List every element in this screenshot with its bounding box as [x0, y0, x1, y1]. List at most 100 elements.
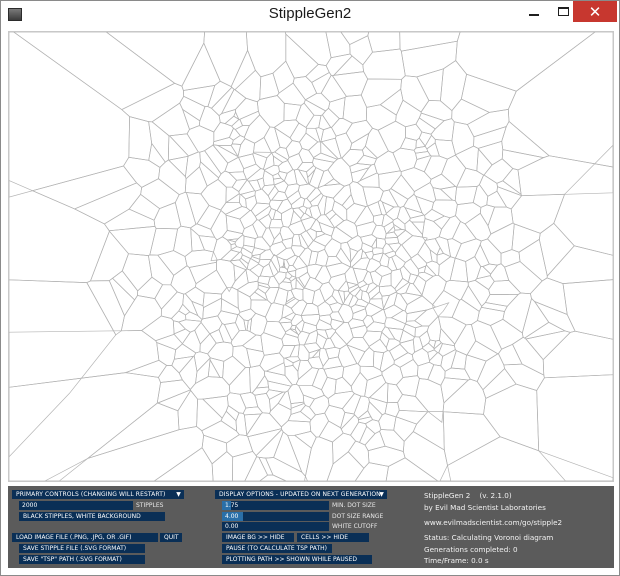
- voronoi-cell: [234, 69, 262, 103]
- voronoi-cell: [374, 264, 393, 277]
- stipple-canvas[interactable]: [8, 31, 614, 482]
- image-bg-toggle[interactable]: IMAGE BG >> HIDE: [222, 533, 294, 542]
- voronoi-cell: [252, 152, 268, 170]
- voronoi-cell: [196, 398, 223, 432]
- voronoi-cell: [340, 414, 360, 436]
- min-dot-size-slider[interactable]: 1.75: [222, 501, 329, 510]
- voronoi-cell: [496, 180, 523, 197]
- voronoi-cell: [421, 342, 435, 353]
- display-options-dropdown[interactable]: DISPLAY OPTIONS - UPDATED ON NEXT GENERA…: [215, 490, 387, 499]
- voronoi-cell: [486, 190, 508, 208]
- voronoi-cell: [230, 49, 256, 91]
- voronoi-cell: [239, 193, 247, 209]
- voronoi-cell: [346, 337, 370, 353]
- voronoi-cell: [195, 269, 228, 295]
- primary-controls-dropdown[interactable]: PRIMARY CONTROLS (CHANGING WILL RESTART)…: [12, 490, 184, 499]
- voronoi-cell: [297, 344, 310, 361]
- voronoi-cell: [287, 411, 312, 423]
- website-link[interactable]: www.evilmadscientist.com/go/stipple2: [424, 518, 562, 527]
- voronoi-cell: [229, 259, 248, 271]
- voronoi-cell: [370, 291, 383, 300]
- voronoi-cell: [501, 149, 545, 171]
- voronoi-cell: [388, 188, 409, 208]
- time-frame-text: Time/Frame: 0.0 s: [424, 556, 489, 565]
- voronoi-cell: [510, 193, 566, 234]
- voronoi-cell: [477, 306, 505, 326]
- voronoi-cell: [218, 323, 233, 344]
- voronoi-cell: [292, 256, 308, 270]
- voronoi-cell: [346, 344, 366, 365]
- close-icon: ✕: [588, 3, 602, 21]
- voronoi-cell: [346, 234, 363, 252]
- voronoi-cell: [149, 227, 179, 256]
- pause-button[interactable]: PAUSE (TO CALCULATE TSP PATH): [222, 544, 332, 553]
- voronoi-cell: [265, 457, 308, 481]
- white-cutoff-slider[interactable]: 0.00: [222, 522, 329, 531]
- cells-toggle[interactable]: CELLS >> HIDE: [297, 533, 369, 542]
- voronoi-cell: [450, 350, 467, 370]
- voronoi-cell: [342, 363, 361, 387]
- voronoi-cell: [307, 356, 324, 370]
- voronoi-cell: [158, 159, 187, 195]
- voronoi-cell: [419, 330, 431, 348]
- voronoi-cell: [437, 316, 467, 345]
- voronoi-cell: [9, 32, 130, 198]
- voronoi-cell: [279, 321, 293, 333]
- minimize-button[interactable]: [521, 1, 547, 22]
- voronoi-cell: [484, 293, 520, 307]
- plotting-path-toggle[interactable]: PLOTTING PATH >> SHOWN WHILE PAUSED: [222, 555, 372, 564]
- voronoi-cell: [148, 142, 166, 168]
- voronoi-cell: [372, 247, 384, 256]
- voronoi-cell: [379, 285, 397, 297]
- voronoi-cell: [311, 72, 332, 94]
- voronoi-cell: [360, 234, 378, 248]
- voronoi-cell: [301, 321, 318, 334]
- close-button[interactable]: ✕: [573, 1, 617, 22]
- voronoi-cell: [290, 299, 308, 316]
- voronoi-cell: [504, 261, 543, 295]
- voronoi-cell: [190, 223, 216, 238]
- voronoi-cell: [387, 327, 404, 343]
- voronoi-cell: [213, 122, 234, 143]
- load-image-button[interactable]: LOAD IMAGE FILE (.PNG, .JPG, OR .GIF): [12, 533, 158, 542]
- maximize-icon: [557, 7, 569, 16]
- voronoi-cell: [201, 420, 240, 444]
- dot-size-range-slider[interactable]: 4.00: [222, 512, 329, 521]
- voronoi-cell: [209, 357, 225, 379]
- minimize-icon: [529, 13, 539, 16]
- stipples-slider[interactable]: 2000: [19, 501, 133, 510]
- voronoi-cell: [367, 32, 401, 53]
- voronoi-cell: [354, 462, 389, 481]
- voronoi-cell: [120, 295, 162, 332]
- voronoi-cell: [399, 329, 416, 344]
- voronoi-cell: [466, 340, 499, 362]
- voronoi-cell: [412, 411, 445, 451]
- color-toggle-button[interactable]: BLACK STIPPLES, WHITE BACKGROUND: [19, 512, 165, 521]
- voronoi-cell: [231, 178, 248, 193]
- voronoi-cell: [412, 275, 427, 296]
- voronoi-cell: [247, 179, 262, 192]
- save-stipple-svg-button[interactable]: SAVE STIPPLE FILE (.SVG FORMAT): [19, 544, 145, 553]
- voronoi-cell: [502, 168, 522, 196]
- quit-button[interactable]: QUIT: [160, 533, 182, 542]
- voronoi-cell: [377, 199, 387, 216]
- voronoi-cell: [388, 343, 409, 362]
- voronoi-cell: [304, 92, 331, 112]
- voronoi-cell: [203, 32, 248, 88]
- voronoi-cell: [464, 212, 492, 242]
- voronoi-cell: [239, 110, 261, 126]
- voronoi-cell: [464, 354, 487, 382]
- voronoi-cell: [393, 416, 418, 442]
- voronoi-cell: [402, 323, 416, 338]
- voronoi-cell: [87, 402, 180, 459]
- voronoi-cell: [460, 285, 483, 312]
- min-dot-size-label: MIN. DOT SIZE: [332, 502, 376, 509]
- voronoi-cell: [399, 32, 461, 52]
- save-tsp-path-button[interactable]: SAVE "TSP" PATH (.SVG FORMAT): [19, 555, 145, 564]
- voronoi-cell: [276, 82, 306, 106]
- voronoi-cell: [320, 74, 347, 103]
- voronoi-cell: [177, 389, 198, 431]
- voronoi-cell: [200, 178, 227, 211]
- voronoi-cell: [292, 207, 305, 219]
- voronoi-cell: [44, 426, 205, 481]
